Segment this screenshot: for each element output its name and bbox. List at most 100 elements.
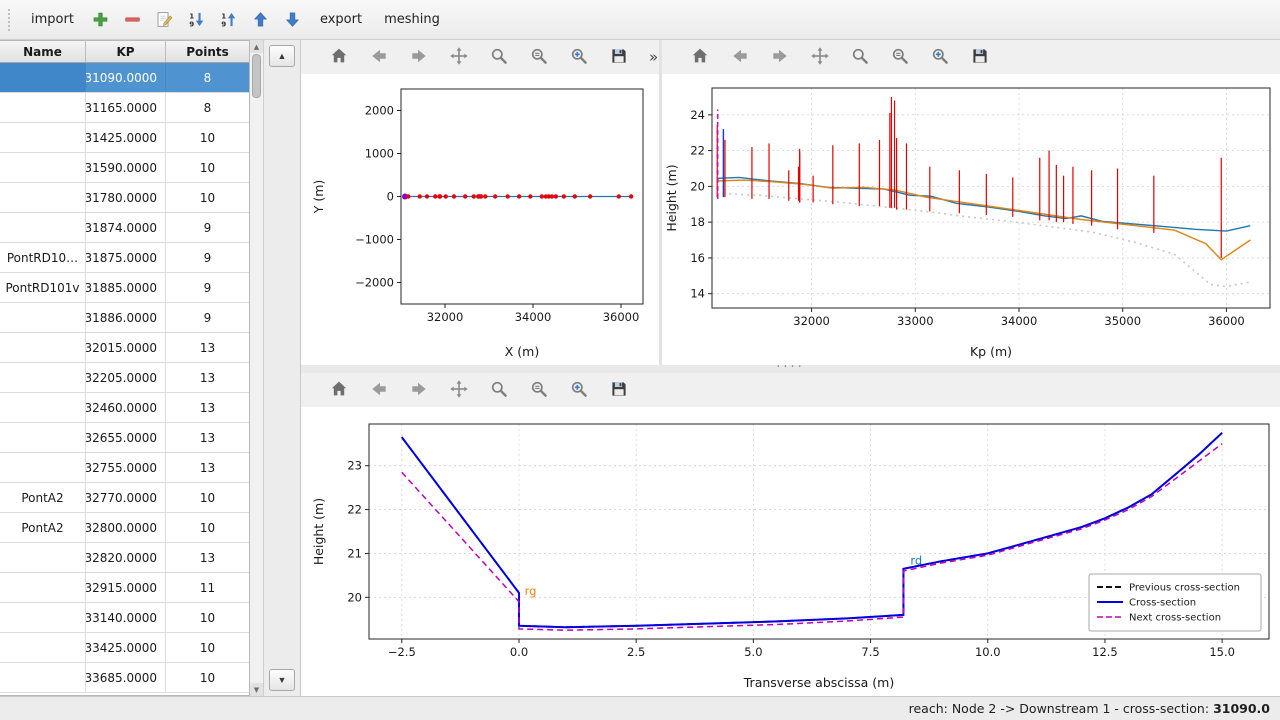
cell-points[interactable]: 10 [166, 483, 249, 512]
cell-kp[interactable]: 31425.0000 [86, 123, 166, 152]
meshing-button[interactable]: meshing [374, 7, 450, 32]
table-row[interactable]: 31886.00009 [0, 303, 249, 333]
cell-name[interactable] [0, 183, 86, 212]
cell-name[interactable] [0, 213, 86, 242]
toolbar-overflow-button[interactable]: » [649, 48, 658, 66]
cell-name[interactable] [0, 633, 86, 662]
table-row[interactable]: 33140.000010 [0, 603, 249, 633]
cell-kp[interactable]: 32800.0000 [86, 513, 166, 542]
cell-name[interactable] [0, 663, 86, 692]
table-scrollbar[interactable]: ▲ ▼ [250, 40, 264, 696]
export-button[interactable]: export [310, 7, 372, 32]
cell-name[interactable]: PontA2 [0, 513, 86, 542]
table-row[interactable]: 32915.000011 [0, 573, 249, 603]
cell-points[interactable]: 10 [166, 663, 249, 692]
import-button[interactable]: import [21, 7, 84, 32]
plan-view-canvas[interactable]: 320003400036000−2000−1000010002000X (m)Y… [301, 74, 659, 365]
cell-kp[interactable]: 32015.0000 [86, 333, 166, 362]
table-row[interactable]: 32655.000013 [0, 423, 249, 453]
table-row[interactable]: 33685.000010 [0, 663, 249, 693]
table-row[interactable]: 31874.00009 [0, 213, 249, 243]
cell-points[interactable]: 13 [166, 333, 249, 362]
cell-points[interactable]: 13 [166, 453, 249, 482]
cell-points[interactable]: 13 [166, 393, 249, 422]
table-row[interactable]: PontRD10…31875.00009 [0, 243, 249, 273]
cell-kp[interactable]: 31090.0000 [86, 63, 166, 92]
scrollbar-up-arrow-icon[interactable]: ▲ [250, 40, 263, 53]
cell-points[interactable]: 10 [166, 153, 249, 182]
table-row[interactable]: 31590.000010 [0, 153, 249, 183]
cell-kp[interactable]: 31590.0000 [86, 153, 166, 182]
add-cross-section-button[interactable] [86, 5, 116, 35]
table-row[interactable]: 33425.000010 [0, 633, 249, 663]
cell-points[interactable]: 8 [166, 93, 249, 122]
cell-kp[interactable]: 31780.0000 [86, 183, 166, 212]
back-button[interactable] [728, 45, 752, 69]
subplots-button[interactable] [527, 378, 551, 402]
table-row[interactable]: 31090.00008 [0, 63, 249, 93]
cell-kp[interactable]: 31886.0000 [86, 303, 166, 332]
subplots-button[interactable] [888, 45, 912, 69]
cell-points[interactable]: 13 [166, 363, 249, 392]
cell-name[interactable] [0, 63, 86, 92]
previous-section-button[interactable]: ▲ [269, 45, 295, 67]
cell-points[interactable]: 10 [166, 513, 249, 542]
save-button[interactable] [968, 45, 992, 69]
column-header-name[interactable]: Name [0, 41, 86, 62]
cell-kp[interactable]: 32770.0000 [86, 483, 166, 512]
cell-points[interactable]: 9 [166, 243, 249, 272]
column-header-kp[interactable]: KP [86, 41, 166, 62]
table-row[interactable]: PontA232800.000010 [0, 513, 249, 543]
cell-points[interactable]: 8 [166, 63, 249, 92]
editplot-button[interactable] [567, 378, 591, 402]
home-button[interactable] [327, 378, 351, 402]
table-row[interactable]: 31780.000010 [0, 183, 249, 213]
cell-name[interactable]: PontA2 [0, 483, 86, 512]
cell-kp[interactable]: 32755.0000 [86, 453, 166, 482]
cell-kp[interactable]: 33140.0000 [86, 603, 166, 632]
cell-name[interactable] [0, 573, 86, 602]
table-row[interactable]: 32755.000013 [0, 453, 249, 483]
save-button[interactable] [607, 45, 631, 69]
editplot-button[interactable] [567, 45, 591, 69]
longitudinal-profile-canvas[interactable]: 3200033000340003500036000141618202224Kp … [662, 74, 1280, 365]
subplots-button[interactable] [527, 45, 551, 69]
cell-kp[interactable]: 31885.0000 [86, 273, 166, 302]
home-button[interactable] [688, 45, 712, 69]
cell-name[interactable] [0, 93, 86, 122]
table-row[interactable]: 32015.000013 [0, 333, 249, 363]
cell-name[interactable] [0, 453, 86, 482]
cell-name[interactable]: PontRD101v [0, 273, 86, 302]
cell-points[interactable]: 10 [166, 183, 249, 212]
cell-points[interactable]: 13 [166, 423, 249, 452]
scrollbar-thumb[interactable] [252, 54, 261, 98]
table-row[interactable]: 32205.000013 [0, 363, 249, 393]
cell-kp[interactable]: 32820.0000 [86, 543, 166, 572]
scrollbar-down-arrow-icon[interactable]: ▼ [250, 683, 263, 696]
cell-name[interactable] [0, 363, 86, 392]
cell-points[interactable]: 9 [166, 213, 249, 242]
splitter-handle[interactable]: ···· [301, 365, 1280, 373]
table-row[interactable]: 32820.000013 [0, 543, 249, 573]
forward-button[interactable] [768, 45, 792, 69]
cell-kp[interactable]: 32655.0000 [86, 423, 166, 452]
back-button[interactable] [367, 378, 391, 402]
cell-kp[interactable]: 33425.0000 [86, 633, 166, 662]
cell-kp[interactable]: 31874.0000 [86, 213, 166, 242]
cell-points[interactable]: 10 [166, 633, 249, 662]
table-row[interactable]: 31165.00008 [0, 93, 249, 123]
sort-ascending-button[interactable]: 19 [214, 5, 244, 35]
cell-name[interactable] [0, 423, 86, 452]
table-row[interactable]: PontA232770.000010 [0, 483, 249, 513]
table-row[interactable]: 31425.000010 [0, 123, 249, 153]
zoom-button[interactable] [487, 45, 511, 69]
zoom-button[interactable] [848, 45, 872, 69]
cell-points[interactable]: 10 [166, 603, 249, 632]
cell-points[interactable]: 9 [166, 273, 249, 302]
cell-kp[interactable]: 32915.0000 [86, 573, 166, 602]
forward-button[interactable] [407, 45, 431, 69]
table-row[interactable]: PontRD101v31885.00009 [0, 273, 249, 303]
cell-points[interactable]: 10 [166, 123, 249, 152]
cell-name[interactable] [0, 153, 86, 182]
cell-name[interactable] [0, 123, 86, 152]
